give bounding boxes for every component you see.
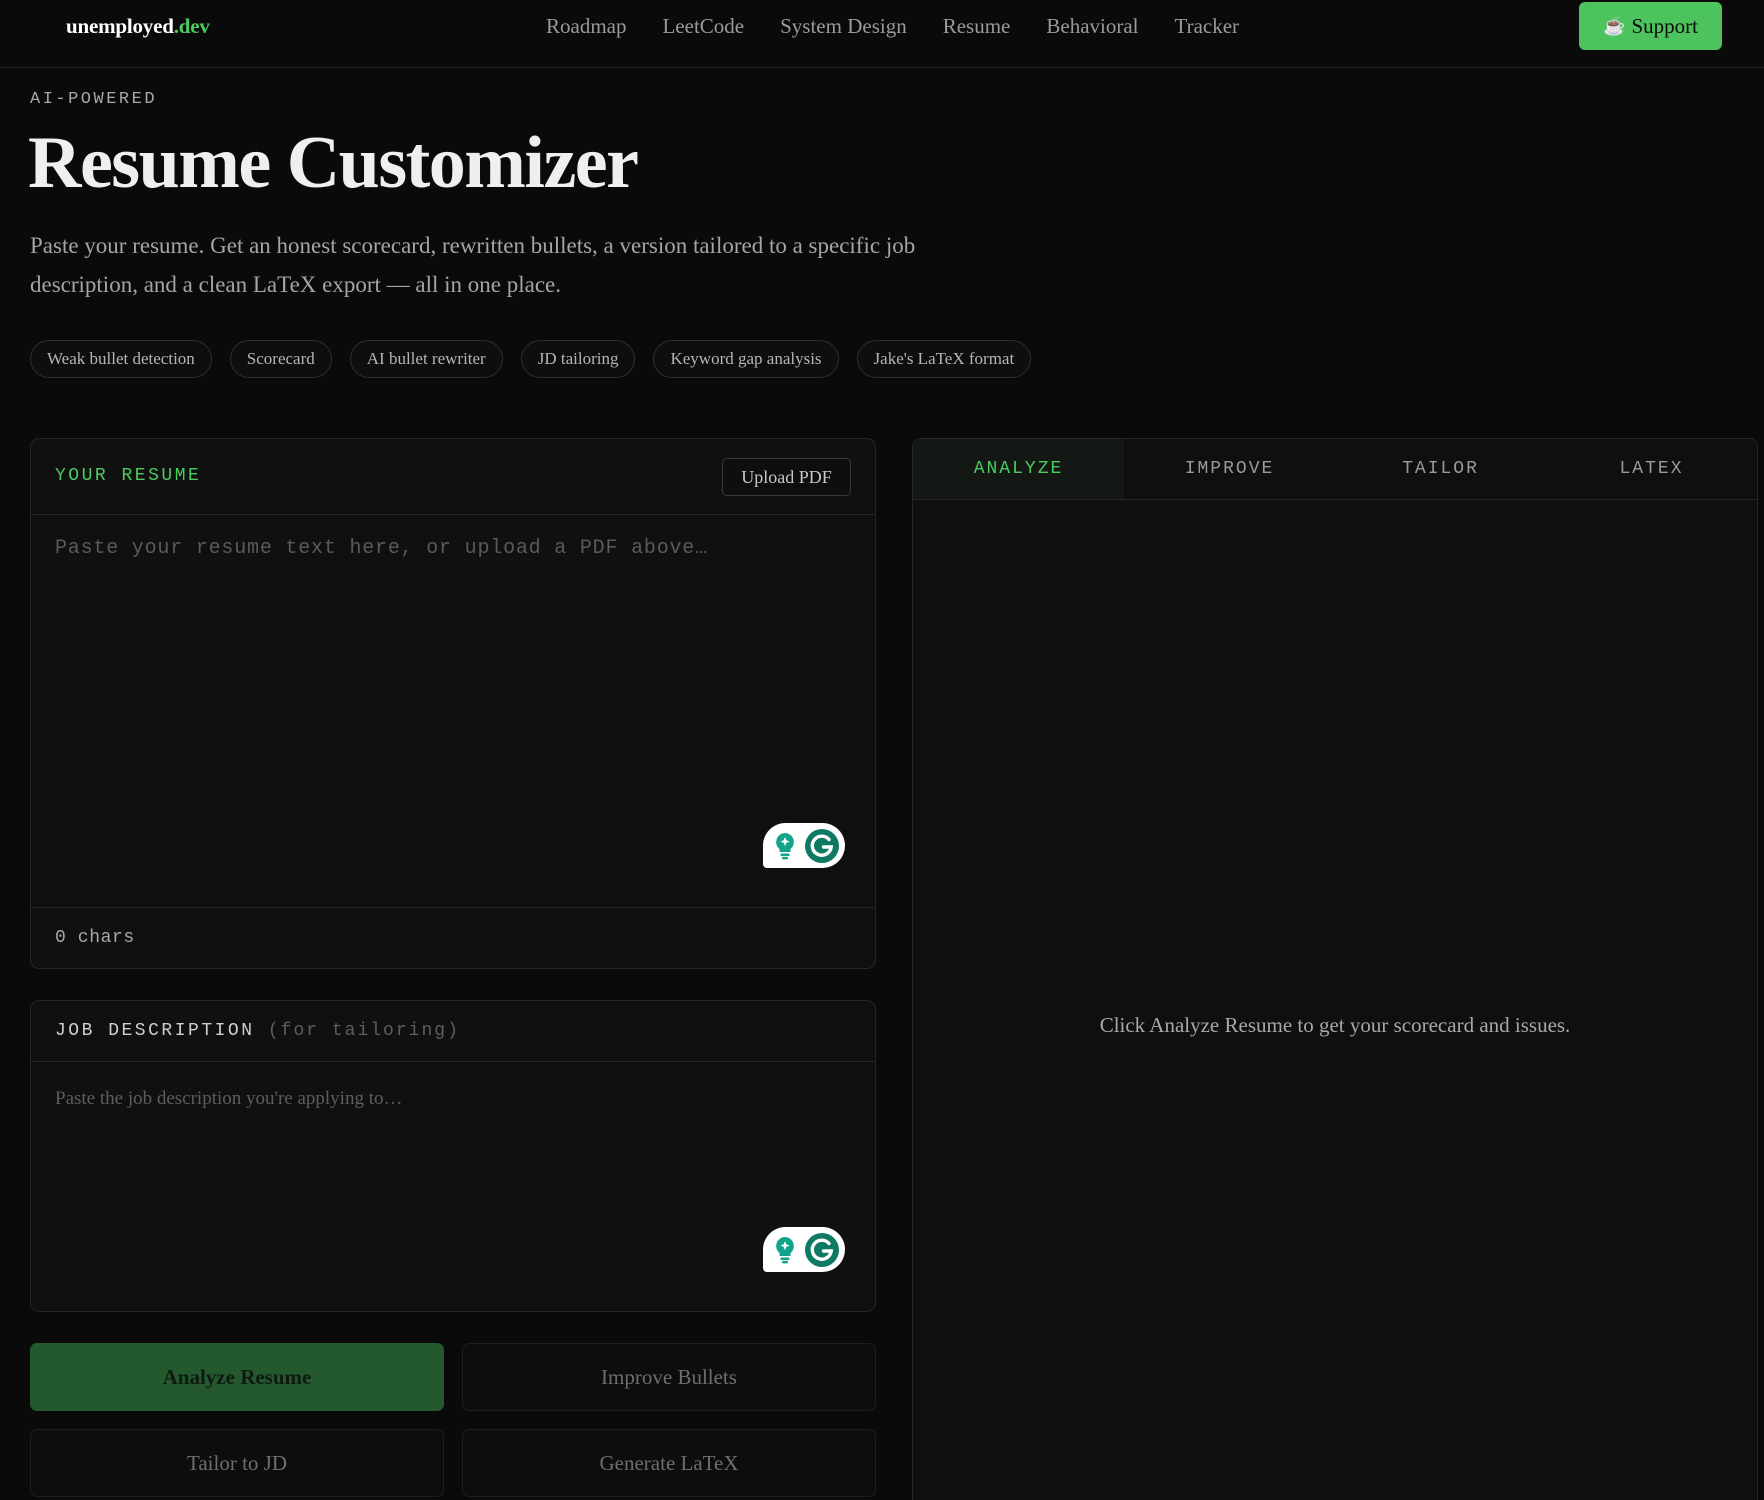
upload-pdf-button[interactable]: Upload PDF (722, 458, 851, 496)
tab-latex[interactable]: LATEX (1546, 439, 1757, 499)
grammar-assistant-widget[interactable] (763, 1227, 845, 1272)
nav-link-behavioral[interactable]: Behavioral (1046, 14, 1138, 39)
tab-tailor[interactable]: TAILOR (1335, 439, 1546, 499)
resume-panel: YOUR RESUME Upload PDF 0 chars (30, 438, 876, 969)
resume-panel-header: YOUR RESUME Upload PDF (31, 439, 875, 515)
nav-link-leetcode[interactable]: LeetCode (662, 14, 744, 39)
lightbulb-icon (776, 832, 794, 859)
feature-chips: Weak bullet detection Scorecard AI bulle… (30, 340, 1032, 378)
lightbulb-icon (776, 1236, 794, 1263)
empty-state-message: Click Analyze Resume to get your scoreca… (1099, 1013, 1571, 1037)
page-subtitle: Paste your resume. Get an honest scoreca… (30, 233, 916, 297)
job-description-textarea[interactable] (31, 1062, 875, 1311)
support-button[interactable]: ☕ Support (1579, 2, 1722, 50)
eyebrow-label: AI-POWERED (30, 90, 158, 109)
resume-panel-footer: 0 chars (31, 907, 875, 968)
output-panel: ANALYZE IMPROVE TAILOR LATEX Click Analy… (912, 438, 1758, 1500)
main-nav: Roadmap LeetCode System Design Resume Be… (546, 14, 1239, 39)
job-description-panel: JOB DESCRIPTION (for tailoring) (30, 1000, 876, 1312)
support-label: Support (1631, 13, 1698, 38)
nav-link-roadmap[interactable]: Roadmap (546, 14, 626, 39)
char-count: 0 chars (55, 928, 135, 948)
tab-improve[interactable]: IMPROVE (1124, 439, 1335, 499)
feature-chip: Weak bullet detection (30, 340, 212, 378)
job-description-hint: (for tailoring) (267, 1021, 460, 1041)
output-tabs: ANALYZE IMPROVE TAILOR LATEX (913, 439, 1757, 500)
feature-chip: AI bullet rewriter (349, 340, 503, 378)
generate-latex-button[interactable]: Generate LaTeX (462, 1429, 876, 1497)
feature-chip: JD tailoring (520, 340, 636, 378)
brand-logo[interactable]: unemployed.dev (66, 14, 210, 39)
job-description-header: JOB DESCRIPTION (for tailoring) (31, 1001, 875, 1062)
tailor-to-jd-button[interactable]: Tailor to JD (30, 1429, 444, 1497)
improve-bullets-button[interactable]: Improve Bullets (462, 1343, 876, 1411)
feature-chip: Scorecard (229, 340, 332, 378)
job-description-title: JOB DESCRIPTION (55, 1021, 255, 1041)
coffee-cup-icon: ☕ (1603, 15, 1626, 36)
brand-tld: .dev (173, 14, 210, 38)
top-navbar: unemployed.dev Roadmap LeetCode System D… (0, 0, 1764, 68)
nav-link-system-design[interactable]: System Design (780, 14, 907, 39)
resume-textarea[interactable] (31, 515, 875, 909)
feature-chip: Keyword gap analysis (653, 340, 839, 378)
brand-name: unemployed (66, 14, 174, 38)
grammarly-g-icon (805, 828, 839, 863)
nav-link-tracker[interactable]: Tracker (1175, 14, 1240, 39)
grammar-assistant-widget[interactable] (763, 823, 845, 868)
grammarly-g-icon (805, 1232, 839, 1267)
tab-analyze[interactable]: ANALYZE (913, 439, 1124, 499)
resume-label: YOUR RESUME (55, 466, 202, 486)
analyze-resume-button[interactable]: Analyze Resume (30, 1343, 444, 1411)
feature-chip: Jake's LaTeX format (856, 340, 1032, 378)
nav-link-resume[interactable]: Resume (943, 14, 1011, 39)
page-title: Resume Customizer (28, 122, 639, 204)
job-description-label: JOB DESCRIPTION (for tailoring) (55, 1021, 460, 1041)
